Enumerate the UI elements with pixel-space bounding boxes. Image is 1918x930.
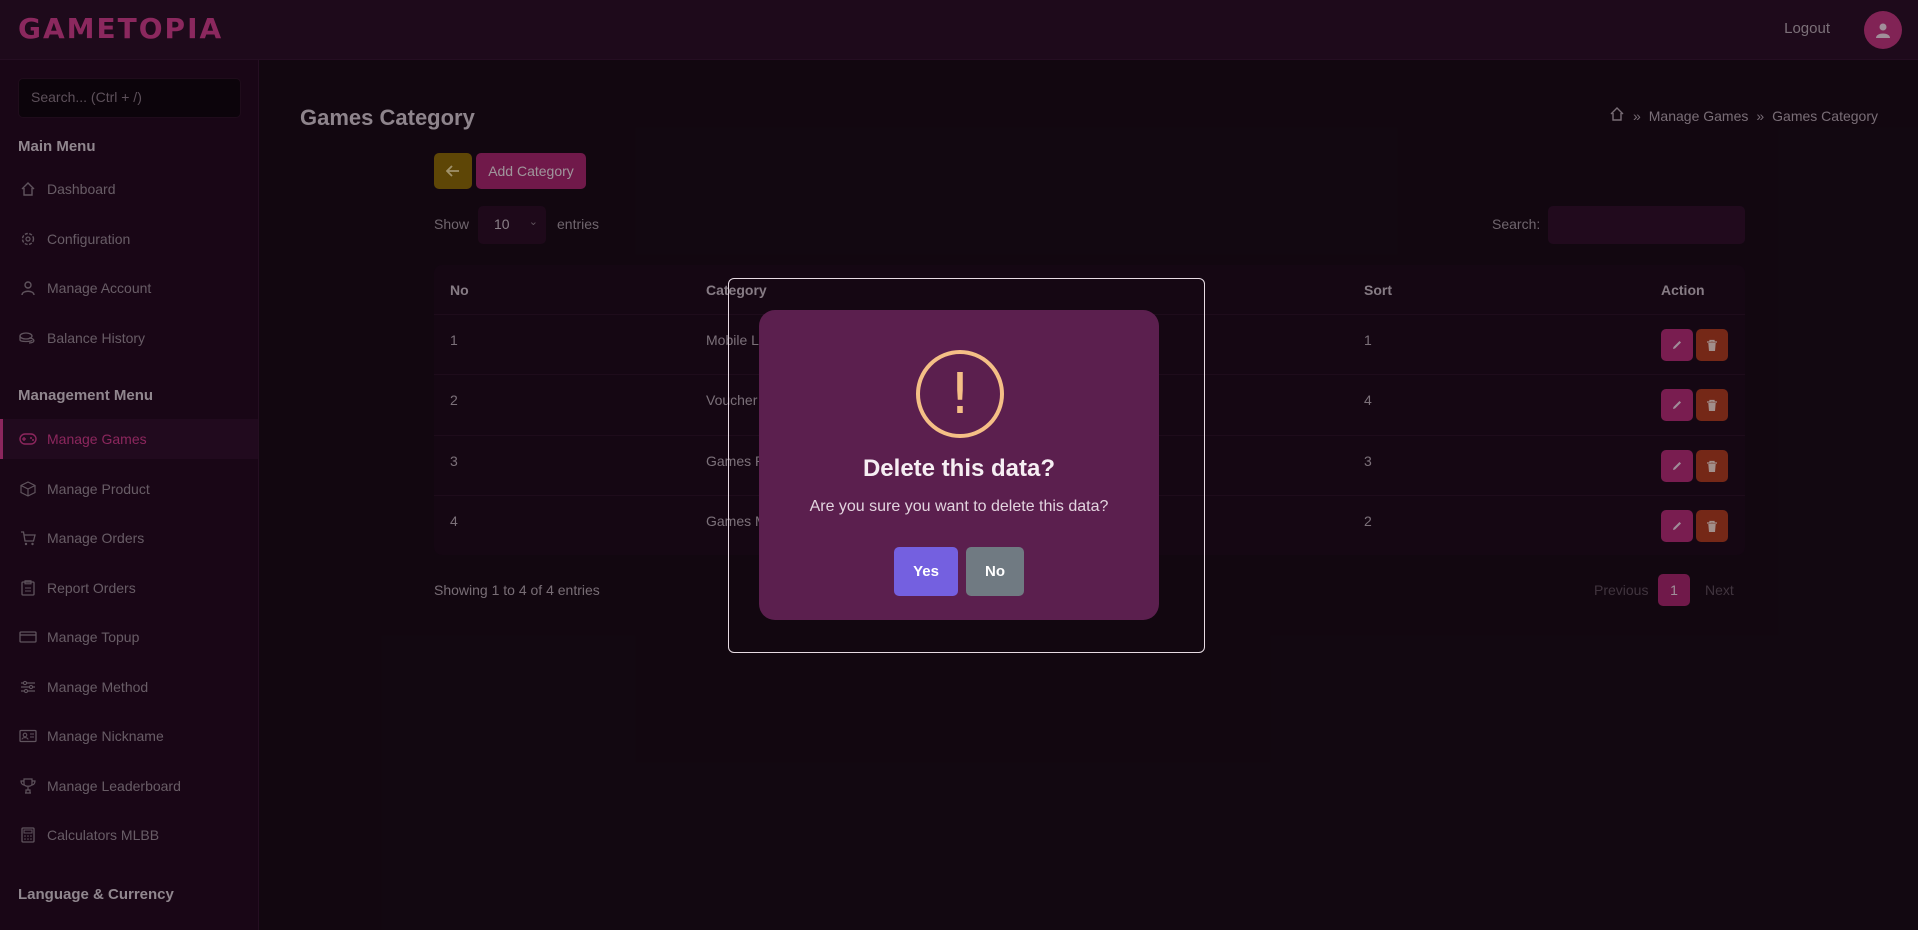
warning-icon: ! [916,350,1004,438]
dialog-title: Delete this data? [862,455,1056,482]
cancel-no-button[interactable]: No [966,547,1024,596]
dialog-message: Are you sure you want to delete this dat… [809,498,1109,515]
delete-confirm-dialog: ! Delete this data? Are you sure you wan… [759,310,1159,620]
warning-icon-glyph: ! [948,361,972,427]
confirm-yes-button[interactable]: Yes [894,547,958,596]
